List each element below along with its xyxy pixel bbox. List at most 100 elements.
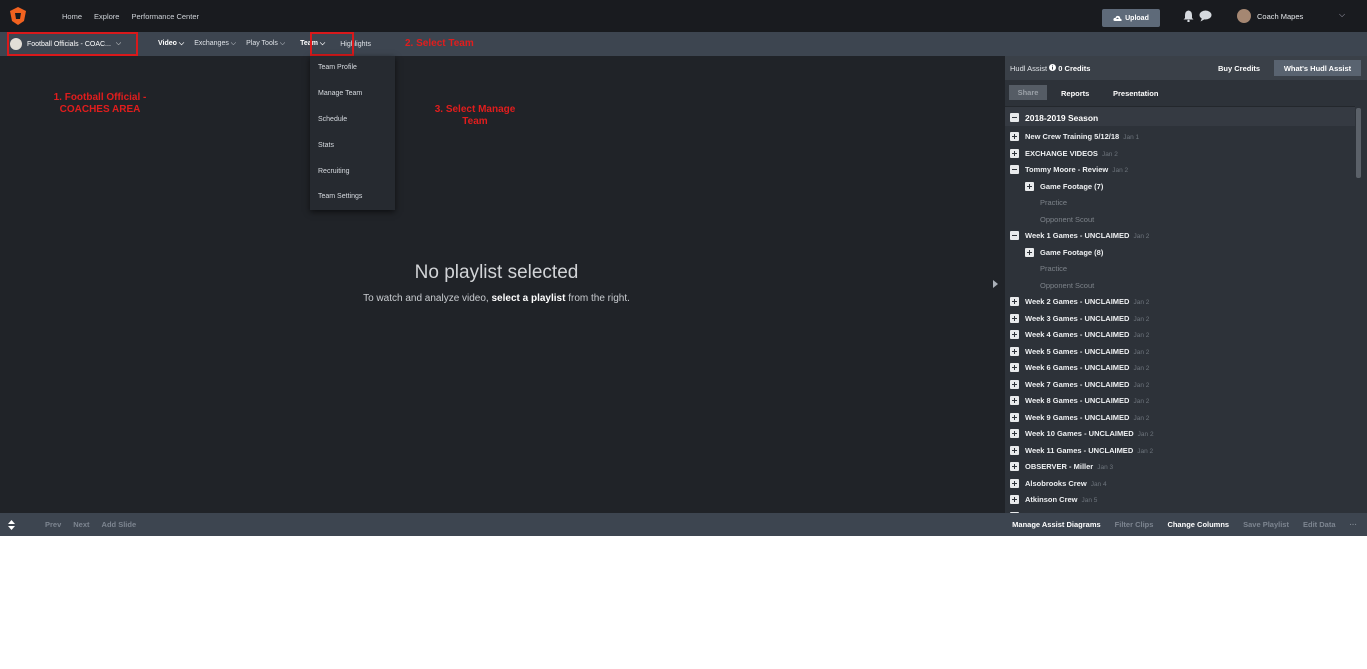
expand-plus-icon[interactable] <box>1010 132 1019 141</box>
bell-icon[interactable] <box>1183 10 1194 22</box>
menu-team-settings[interactable]: Team Settings <box>318 193 362 200</box>
menu-manage-team[interactable]: Manage Team <box>318 90 362 97</box>
team-navigation-bar: Football Officials - COAC... ⌵ Video ⌵ E… <box>0 32 1367 56</box>
expand-plus-icon[interactable] <box>1010 379 1019 389</box>
nav-performance-center[interactable]: Performance Center <box>131 12 199 21</box>
user-avatar[interactable] <box>1237 9 1251 23</box>
prev-button[interactable]: Prev <box>45 520 61 529</box>
playlist-row[interactable]: Week 8 Games - UNCLAIMED Jan 2 <box>1005 393 1355 409</box>
playlist-row-label: Week 10 Games - UNCLAIMED Jan 2 <box>1025 429 1154 438</box>
playlist-row[interactable]: Practice <box>1005 195 1355 211</box>
playlist-row[interactable]: Week 11 Games - UNCLAIMED Jan 2 <box>1005 443 1355 459</box>
playlist-row[interactable]: Opponent Scout <box>1005 278 1355 294</box>
filter-clips-button[interactable]: Filter Clips <box>1115 520 1154 529</box>
playlist-row[interactable]: Alsobrooks Crew Jan 4 <box>1005 476 1355 492</box>
assist-header: Hudl Assist 0 Credits Buy Credits What's… <box>1005 56 1367 80</box>
manage-assist-diagrams-button[interactable]: Manage Assist Diagrams <box>1012 520 1101 529</box>
playlist-row[interactable]: Week 2 Games - UNCLAIMED Jan 2 <box>1005 294 1355 310</box>
playlist-row-label: EXCHANGE VIDEOS Jan 2 <box>1025 149 1118 158</box>
menu-team-profile[interactable]: Team Profile <box>318 64 357 71</box>
expand-plus-icon[interactable] <box>1010 297 1019 306</box>
expand-plus-icon[interactable] <box>1010 396 1019 405</box>
nav-exchanges[interactable]: Exchanges ⌵ <box>194 40 236 48</box>
playlist-row[interactable]: New Crew Training 5/12/18 Jan 1 <box>1005 129 1355 145</box>
change-columns-button[interactable]: Change Columns <box>1167 520 1229 529</box>
collapse-minus-icon[interactable] <box>1010 231 1019 240</box>
expand-plus-icon[interactable] <box>1010 330 1019 339</box>
collapse-panel-arrow-icon[interactable] <box>993 280 998 288</box>
nav-explore[interactable]: Explore <box>94 12 119 21</box>
expand-plus-icon[interactable] <box>1010 429 1019 438</box>
edit-data-button[interactable]: Edit Data <box>1303 520 1336 529</box>
messages-icon[interactable] <box>1199 10 1212 22</box>
playlist-row[interactable]: Week 9 Games - UNCLAIMED Jan 2 <box>1005 410 1355 426</box>
playlist-row[interactable]: Opponent Scout <box>1005 212 1355 228</box>
collapse-minus-icon[interactable] <box>1010 113 1019 122</box>
nav-home[interactable]: Home <box>62 12 82 21</box>
playlist-title: Week 1 Games - UNCLAIMED <box>1025 231 1130 240</box>
playlist-title: OBSERVER - Miller <box>1025 462 1094 471</box>
sort-arrows-icon[interactable] <box>8 519 15 530</box>
expand-plus-icon[interactable] <box>1010 478 1019 488</box>
expand-plus-icon[interactable] <box>1010 148 1019 158</box>
expand-plus-icon[interactable] <box>1010 412 1019 422</box>
annotation-step-2: 2. Select Team <box>405 38 474 49</box>
next-button[interactable]: Next <box>73 520 89 529</box>
playlist-row[interactable]: Week 6 Games - UNCLAIMED Jan 2 <box>1005 360 1355 376</box>
chevron-down-icon: ⌵ <box>279 40 286 47</box>
season-label: 2018-2019 Season <box>1025 113 1099 123</box>
nav-play-tools-label: Play Tools <box>246 40 278 47</box>
whats-hudl-assist-button[interactable]: What's Hudl Assist <box>1274 60 1361 76</box>
tab-presentation[interactable]: Presentation <box>1113 89 1158 98</box>
menu-schedule[interactable]: Schedule <box>318 116 347 123</box>
playlist-row[interactable]: Week 3 Games - UNCLAIMED Jan 2 <box>1005 311 1355 327</box>
playlist-row[interactable]: Game Footage (8) <box>1005 245 1355 261</box>
expand-plus-icon[interactable] <box>1010 313 1019 323</box>
playlist-row[interactable]: Week 10 Games - UNCLAIMED Jan 2 <box>1005 426 1355 442</box>
chevron-down-icon[interactable]: ⌵ <box>1339 10 1345 20</box>
upload-button[interactable]: Upload <box>1102 9 1160 27</box>
nav-video[interactable]: Video ⌵ <box>158 40 184 48</box>
playlist-date: Jan 2 <box>1133 348 1150 356</box>
playlist-row-label: Week 1 Games - UNCLAIMED Jan 2 <box>1025 231 1149 240</box>
add-slide-button[interactable]: Add Slide <box>102 520 137 529</box>
season-header[interactable]: 2018-2019 Season <box>1005 106 1355 126</box>
playlist-row-label: Week 8 Games - UNCLAIMED Jan 2 <box>1025 396 1149 405</box>
expand-plus-icon[interactable] <box>1010 346 1019 356</box>
expand-plus-icon[interactable] <box>1010 363 1019 372</box>
expand-plus-icon[interactable] <box>1010 445 1019 455</box>
hudl-logo-icon[interactable] <box>8 6 28 26</box>
menu-recruiting[interactable]: Recruiting <box>318 168 350 175</box>
playlist-row[interactable]: Week 7 Games - UNCLAIMED Jan 2 <box>1005 377 1355 393</box>
expand-plus-icon[interactable] <box>1010 462 1019 471</box>
playlist-row[interactable]: Practice <box>1005 261 1355 277</box>
tab-share[interactable]: Share <box>1009 85 1047 100</box>
playlist-row[interactable]: OBSERVER - Miller Jan 3 <box>1005 459 1355 475</box>
info-icon[interactable] <box>1049 64 1057 71</box>
playlist-row[interactable]: Atkinson Crew Jan 5 <box>1005 492 1355 508</box>
expand-plus-icon[interactable] <box>1010 495 1019 504</box>
playlist-title: Atkinson Crew <box>1025 495 1078 504</box>
team-dropdown-menu: Team Profile Manage Team Schedule Stats … <box>310 56 395 210</box>
panel-scrollbar[interactable] <box>1356 108 1361 178</box>
playlist-row[interactable]: Week 1 Games - UNCLAIMED Jan 2 <box>1005 228 1355 244</box>
more-options-icon[interactable]: ··· <box>1350 520 1358 529</box>
menu-stats[interactable]: Stats <box>318 142 334 149</box>
playlist-row[interactable]: Tommy Moore - Review Jan 2 <box>1005 162 1355 178</box>
nav-play-tools[interactable]: Play Tools ⌵ <box>246 40 285 48</box>
tab-reports[interactable]: Reports <box>1061 89 1089 98</box>
bottom-toolbar: Prev Next Add Slide Manage Assist Diagra… <box>0 513 1367 536</box>
user-name[interactable]: Coach Mapes <box>1257 12 1303 21</box>
playlist-row-label: Week 6 Games - UNCLAIMED Jan 2 <box>1025 363 1149 372</box>
empty-sub-post: from the right. <box>565 293 630 304</box>
save-playlist-button[interactable]: Save Playlist <box>1243 520 1289 529</box>
playlist-row[interactable]: Game Footage (7) <box>1005 179 1355 195</box>
collapse-minus-icon[interactable] <box>1010 165 1019 174</box>
playlist-row[interactable]: Week 5 Games - UNCLAIMED Jan 2 <box>1005 344 1355 360</box>
assist-label: Hudl Assist <box>1010 64 1048 73</box>
playlist-row[interactable]: Week 4 Games - UNCLAIMED Jan 2 <box>1005 327 1355 343</box>
expand-plus-icon[interactable] <box>1025 181 1034 191</box>
playlist-row[interactable]: EXCHANGE VIDEOS Jan 2 <box>1005 146 1355 162</box>
buy-credits-link[interactable]: Buy Credits <box>1218 64 1260 73</box>
expand-plus-icon[interactable] <box>1025 247 1034 257</box>
